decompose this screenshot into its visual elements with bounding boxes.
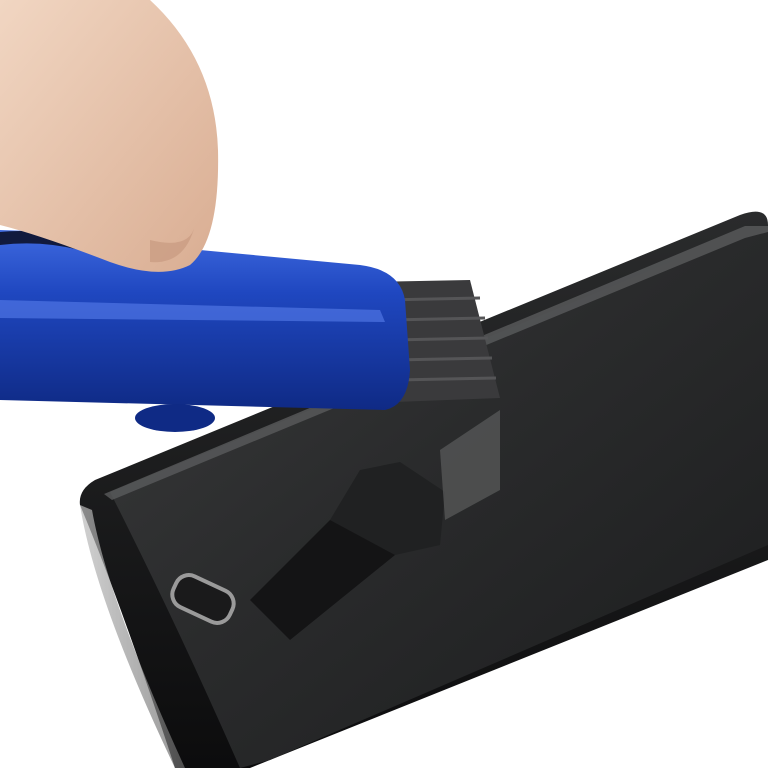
hand-thumb: [0, 0, 219, 272]
photo-illustration: [0, 0, 768, 768]
cutter-slider: [135, 404, 215, 432]
photo-scene: [0, 0, 768, 768]
